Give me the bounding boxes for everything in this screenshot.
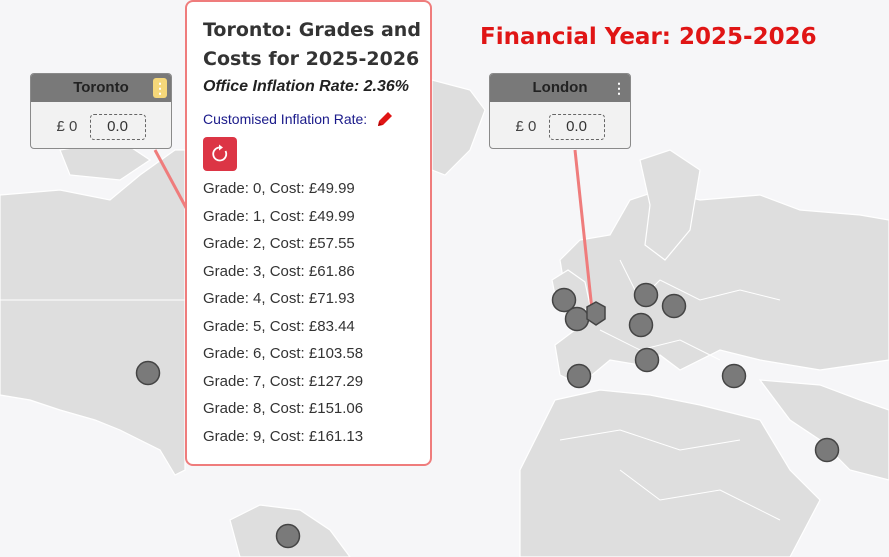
inflation-value-field[interactable]: 0.0 — [89, 114, 146, 140]
office-card-header: Toronto ⋮ — [31, 74, 171, 102]
grade-cost-item: Grade: 5, Cost: £83.44 — [203, 317, 355, 335]
office-marker — [814, 437, 840, 463]
inflation-value-field[interactable]: 0.0 — [548, 114, 605, 140]
grade-cost-item: Grade: 4, Cost: £71.93 — [203, 290, 355, 307]
north-america-land — [0, 149, 186, 476]
office-marker — [633, 282, 659, 308]
office-marker — [634, 347, 660, 373]
grade-cost-item: Grade: 3, Cost: £61.86 — [203, 262, 355, 280]
grade-cost-item: Grade: 6, Cost: £103.58 — [203, 345, 364, 362]
currency-label: £ 0 — [56, 118, 78, 135]
financial-year-title: Financial Year: 2025-2026 — [480, 24, 817, 50]
europe-land — [554, 189, 889, 386]
london-selected-marker — [586, 301, 606, 326]
africa-land — [519, 389, 821, 557]
office-name: Toronto — [73, 79, 129, 96]
kebab-menu-icon[interactable]: ⋮ — [153, 78, 167, 98]
grades-costs-popup: Toronto: Grades and Costs for 2025-2026 … — [185, 0, 432, 466]
office-marker — [275, 523, 301, 549]
currency-label: £ 0 — [515, 118, 537, 135]
office-marker — [564, 306, 590, 332]
office-card-toronto[interactable]: Toronto ⋮ £ 0 0.0 — [30, 73, 172, 149]
grades-list: Grade: 0, Cost: £49.99 Grade: 1, Cost: £… — [203, 178, 363, 453]
office-name: London — [532, 79, 588, 96]
office-card-london[interactable]: London ⋮ £ 0 0.0 — [489, 73, 631, 149]
office-marker — [721, 363, 747, 389]
pencil-edit-icon[interactable] — [375, 109, 395, 129]
office-marker — [566, 363, 592, 389]
office-card-body: £ 0 0.0 — [490, 114, 630, 140]
office-inflation-rate: Office Inflation Rate: 2.36% — [203, 78, 409, 95]
reset-icon — [212, 144, 228, 162]
popup-title: Toronto: Grades and Costs for 2025-2026 — [203, 19, 421, 70]
grade-cost-item: Grade: 7, Cost: £127.29 — [203, 372, 364, 390]
office-card-body: £ 0 0.0 — [31, 114, 171, 140]
grade-cost-item: Grade: 1, Cost: £49.99 — [203, 207, 355, 225]
reset-button[interactable] — [203, 137, 237, 171]
office-marker — [628, 312, 654, 338]
grade-cost-item: Grade: 0, Cost: £49.99 — [203, 180, 355, 197]
custom-inflation-label: Customised Inflation Rate: — [203, 111, 368, 127]
grade-cost-item: Grade: 2, Cost: £57.55 — [203, 235, 355, 252]
office-marker — [135, 360, 161, 386]
grade-cost-item: Grade: 8, Cost: £151.06 — [203, 400, 364, 417]
grade-cost-item: Grade: 9, Cost: £161.13 — [203, 427, 364, 445]
office-marker — [661, 293, 687, 319]
greenland-land — [431, 79, 486, 176]
kebab-menu-icon[interactable]: ⋮ — [612, 78, 626, 98]
office-card-header: London ⋮ — [490, 74, 630, 102]
